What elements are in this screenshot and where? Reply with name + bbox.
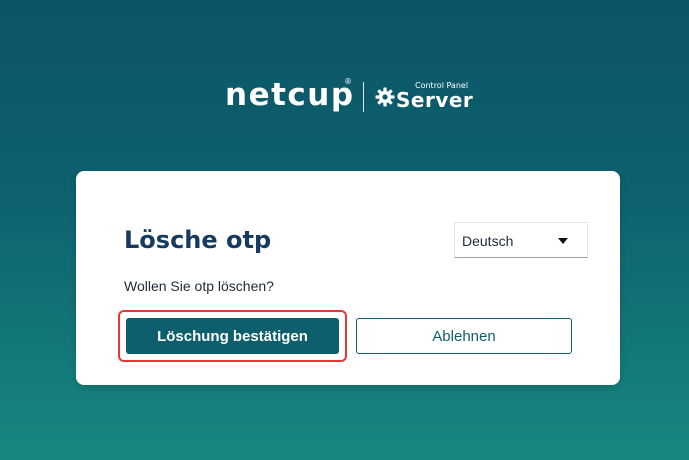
confirmation-question: Wollen Sie otp löschen? xyxy=(124,278,274,294)
brand-divider xyxy=(363,82,364,112)
brand-logo: netcup ® Control Panel Server xyxy=(0,72,689,122)
caret-down-icon xyxy=(558,238,568,244)
language-selected-value: Deutsch xyxy=(462,233,514,249)
brand-product: Server xyxy=(396,88,474,112)
language-select[interactable]: Deutsch xyxy=(454,222,588,258)
brand-name: netcup xyxy=(225,77,355,113)
confirm-delete-button[interactable]: Löschung bestätigen xyxy=(126,318,339,354)
gear-icon xyxy=(375,87,395,107)
delete-dialog: Lösche otp Deutsch Wollen Sie otp lösche… xyxy=(76,171,620,385)
decline-button[interactable]: Ablehnen xyxy=(356,318,572,354)
highlight-box: Löschung bestätigen xyxy=(118,310,347,362)
dialog-title: Lösche otp xyxy=(124,226,272,254)
registered-mark: ® xyxy=(344,77,352,86)
